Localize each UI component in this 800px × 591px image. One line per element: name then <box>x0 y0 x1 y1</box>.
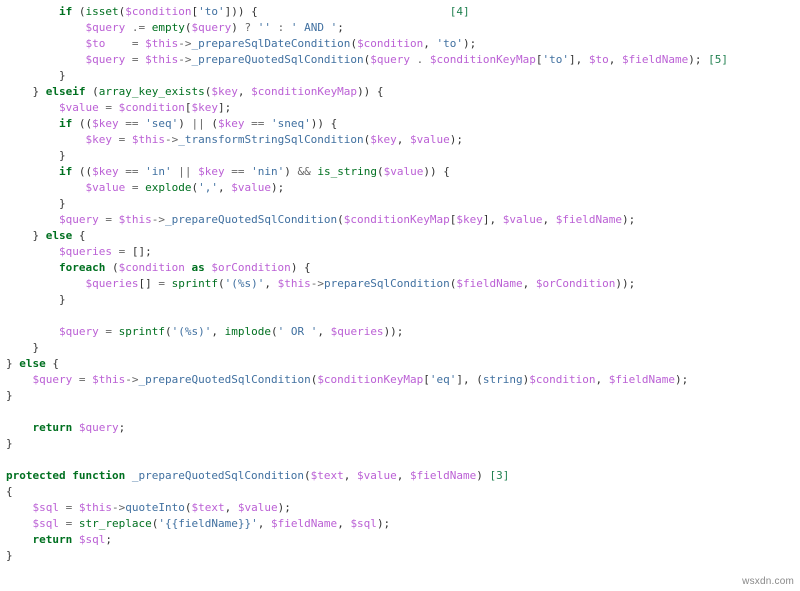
var-text: $text <box>311 469 344 482</box>
fn-explode: explode <box>145 181 191 194</box>
str-fieldTemplate: '{{fieldName}}' <box>158 517 257 530</box>
keyword-elseif: elseif <box>46 85 86 98</box>
str-eq: 'eq' <box>430 373 457 386</box>
method-quoteInto: quoteInto <box>125 501 185 514</box>
fn-isset: isset <box>85 5 118 18</box>
cast-string: string <box>483 373 523 386</box>
fn-array_key_exists: array_key_exists <box>99 85 205 98</box>
php-source-code: if (isset($condition['to'])) { [4] $quer… <box>0 0 800 568</box>
fn-implode: implode <box>225 325 271 338</box>
var-conditionKeyMap: $conditionKeyMap <box>430 53 536 66</box>
var-value: $value <box>59 101 99 114</box>
watermark: wsxdn.com <box>742 576 794 587</box>
annotation-5: [5] <box>708 53 728 66</box>
keyword-else: else <box>46 229 73 242</box>
keyword-foreach: foreach <box>59 261 105 274</box>
fn-empty: empty <box>152 21 185 34</box>
fn-str_replace: str_replace <box>79 517 152 530</box>
keyword-function: function <box>72 469 125 482</box>
str-or: ' OR ' <box>278 325 318 338</box>
str-seq: 'seq' <box>145 117 178 130</box>
var-fieldName: $fieldName <box>622 53 688 66</box>
var-orCondition: $orCondition <box>211 261 290 274</box>
annotation-3: [3] <box>490 469 510 482</box>
str-in: 'in' <box>145 165 172 178</box>
annotation-4: [4] <box>450 5 470 18</box>
str-sneq: 'sneq' <box>271 117 311 130</box>
var-condition: $condition <box>125 5 191 18</box>
str-empty: '' <box>258 21 271 34</box>
fn-is_string: is_string <box>317 165 377 178</box>
str-and: ' AND ' <box>291 21 337 34</box>
method-prepareQuotedSqlCondition: _prepareQuotedSqlCondition <box>191 53 363 66</box>
method-def-prepareQuotedSqlCondition: _prepareQuotedSqlCondition <box>132 469 304 482</box>
str-nin: 'nin' <box>251 165 284 178</box>
var-to: $to <box>85 37 105 50</box>
method-prepareSqlCondition: prepareSqlCondition <box>324 277 450 290</box>
var-queries: $queries <box>59 245 112 258</box>
keyword-if: if <box>59 5 72 18</box>
var-query: $query <box>85 21 125 34</box>
method-transformStringSqlCondition: _transformStringSqlCondition <box>178 133 363 146</box>
method-prepareSqlDateCondition: _prepareSqlDateCondition <box>191 37 350 50</box>
str-parens: '(%s)' <box>225 277 265 290</box>
keyword-return: return <box>33 421 73 434</box>
var-key: $key <box>211 85 238 98</box>
str-comma: ',' <box>198 181 218 194</box>
keyword-protected: protected <box>6 469 66 482</box>
var-sql: $sql <box>33 501 60 514</box>
fn-sprintf: sprintf <box>172 277 218 290</box>
keyword-as: as <box>191 261 204 274</box>
str-to: 'to' <box>198 5 225 18</box>
